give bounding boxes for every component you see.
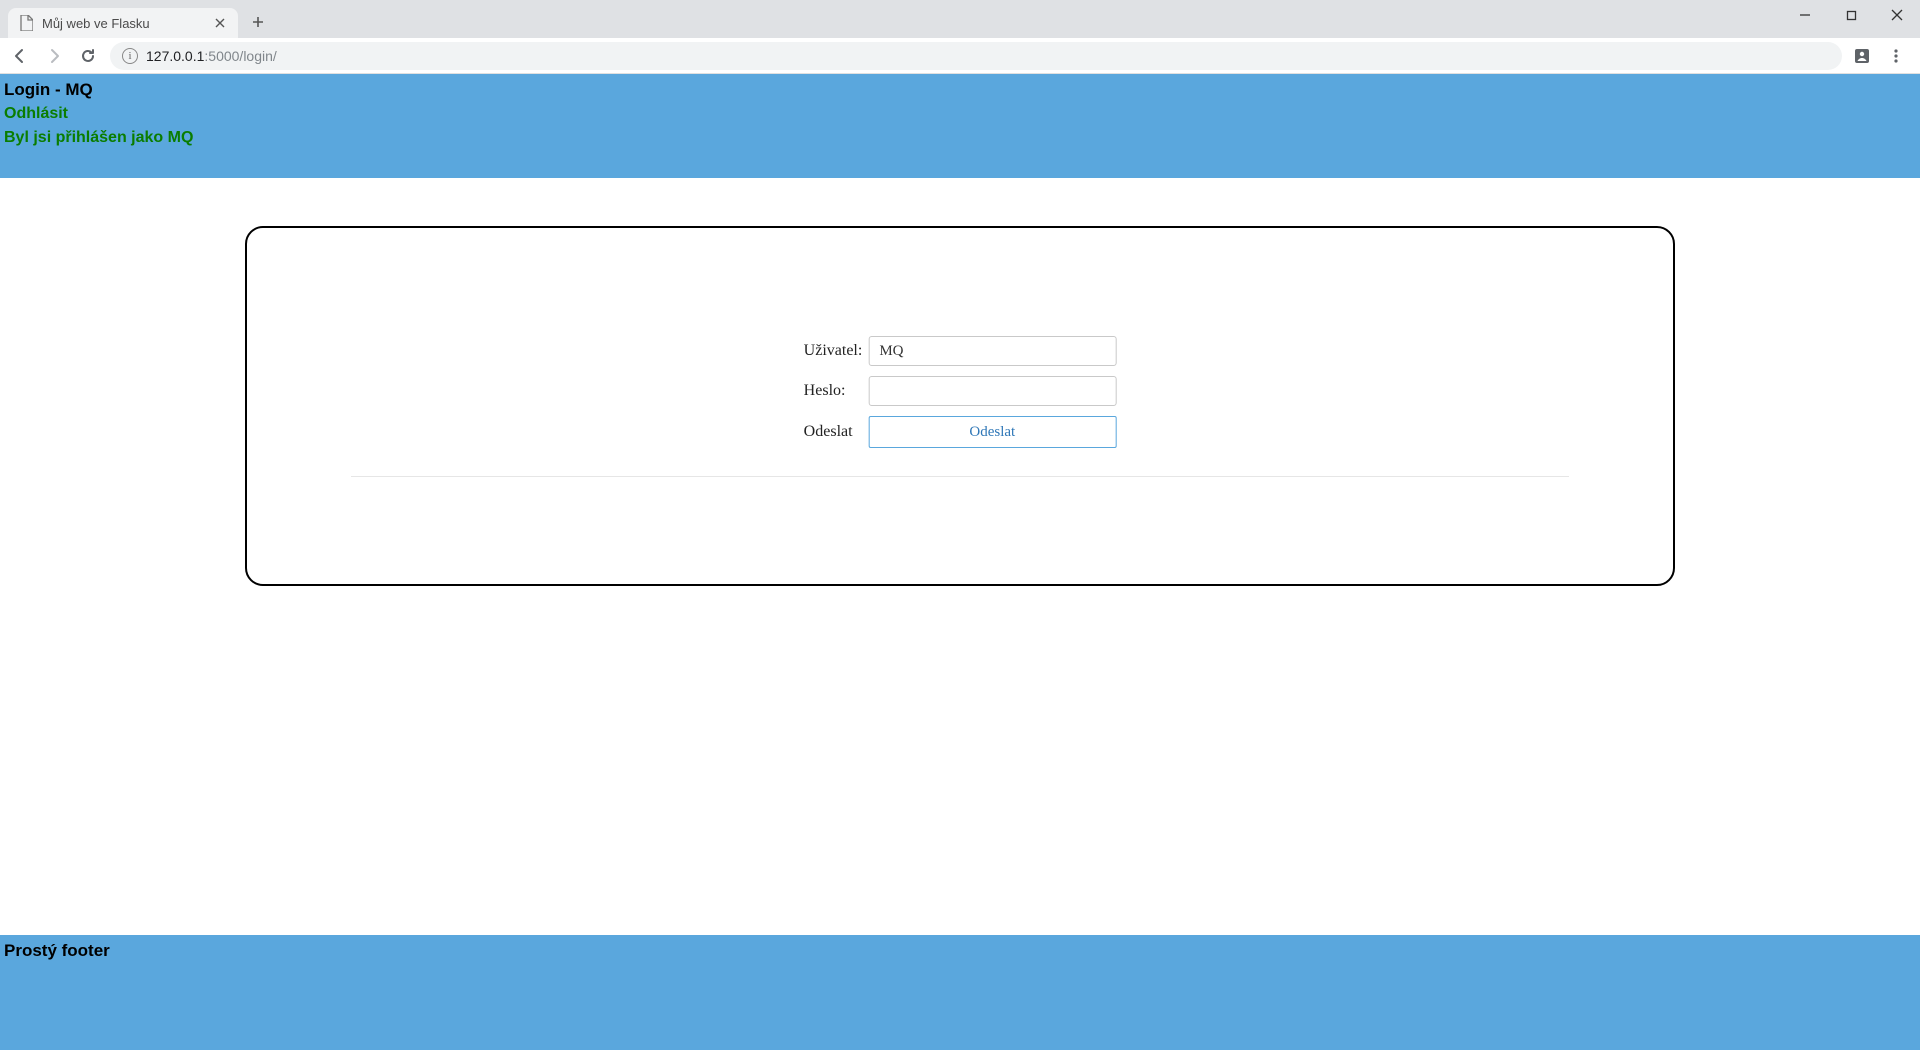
submit-label: Odeslat — [804, 423, 863, 441]
browser-tab[interactable]: Můj web ve Flasku — [8, 8, 238, 38]
window-close-button[interactable] — [1874, 0, 1920, 30]
form-divider — [351, 476, 1569, 477]
menu-icon[interactable] — [1886, 46, 1906, 66]
url-host: 127.0.0.1 — [146, 48, 204, 64]
toolbar-right-icons — [1852, 46, 1912, 66]
window-minimize-button[interactable] — [1782, 0, 1828, 30]
password-label: Heslo: — [804, 382, 863, 400]
browser-titlebar: Můj web ve Flasku — [0, 0, 1920, 38]
password-input[interactable] — [868, 376, 1116, 406]
username-label: Uživatel: — [804, 342, 863, 360]
back-button[interactable] — [8, 44, 32, 68]
forward-button[interactable] — [42, 44, 66, 68]
main-content: Uživatel: Heslo: Odeslat Odeslat — [0, 178, 1920, 935]
submit-button[interactable]: Odeslat — [868, 416, 1116, 448]
window-maximize-button[interactable] — [1828, 0, 1874, 30]
site-info-icon[interactable]: i — [122, 48, 138, 64]
window-controls — [1782, 0, 1920, 38]
tab-title: Můj web ve Flasku — [42, 16, 150, 31]
address-bar[interactable]: i 127.0.0.1:5000/login/ — [110, 42, 1842, 70]
logout-link[interactable]: Odhlásit — [4, 105, 68, 122]
new-tab-button[interactable] — [244, 8, 272, 36]
login-form: Uživatel: Heslo: Odeslat Odeslat — [804, 336, 1117, 448]
page-header-banner: Login - MQ Odhlásit Byl jsi přihlášen ja… — [0, 74, 1920, 178]
page-icon — [18, 15, 34, 31]
page-footer: Prostý footer — [0, 935, 1920, 1050]
tab-close-icon[interactable] — [212, 15, 228, 31]
page-title: Login - MQ — [4, 78, 1916, 102]
account-icon[interactable] — [1852, 46, 1872, 66]
url-text: 127.0.0.1:5000/login/ — [146, 48, 277, 64]
username-input[interactable] — [868, 336, 1116, 366]
url-path: :5000/login/ — [204, 48, 276, 64]
reload-button[interactable] — [76, 44, 100, 68]
browser-toolbar: i 127.0.0.1:5000/login/ — [0, 38, 1920, 74]
login-form-box: Uživatel: Heslo: Odeslat Odeslat — [245, 226, 1675, 586]
login-status-message: Byl jsi přihlášen jako MQ — [4, 126, 1916, 150]
footer-text: Prostý footer — [4, 941, 110, 960]
